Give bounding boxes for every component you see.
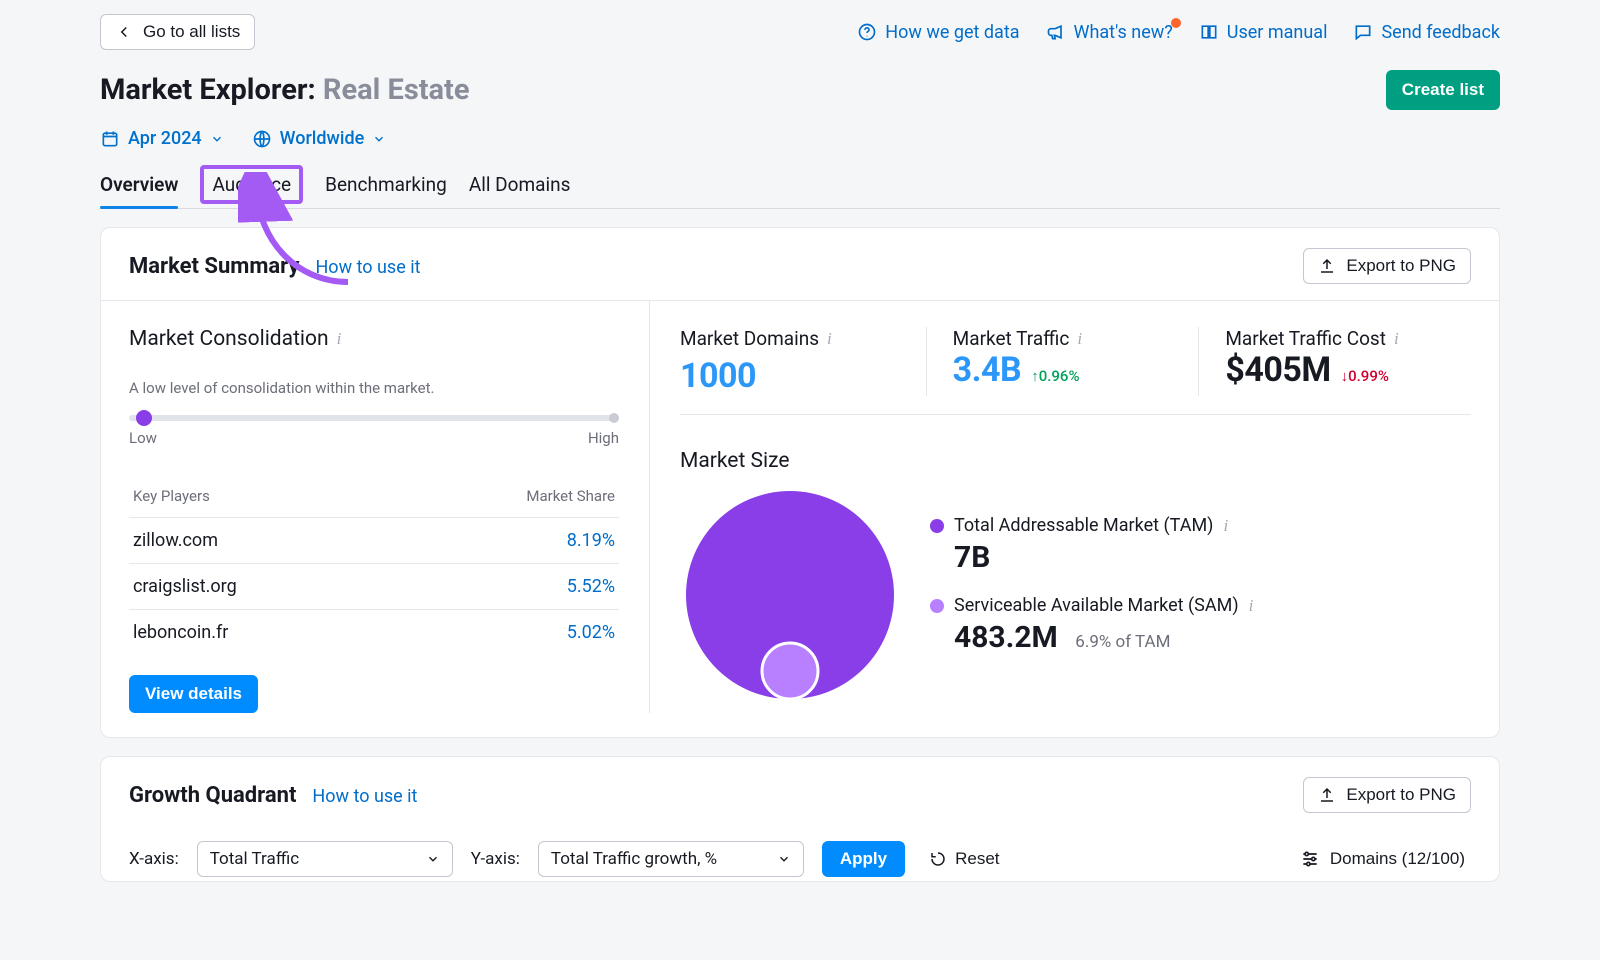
market-traffic-value: 3.4B (953, 350, 1022, 390)
table-row[interactable]: zillow.com8.19% (129, 517, 619, 563)
region-filter[interactable]: Worldwide (252, 128, 387, 149)
key-players-table: Key Players Market Share zillow.com8.19%… (129, 475, 619, 655)
market-domains-value: 1000 (680, 356, 900, 396)
calendar-icon (100, 129, 120, 149)
create-list-button[interactable]: Create list (1386, 70, 1500, 110)
growth-quadrant-panel: Growth Quadrant How to use it Export to … (100, 756, 1500, 882)
market-cost-value: $405M (1225, 350, 1330, 390)
table-row[interactable]: craigslist.org5.52% (129, 563, 619, 609)
market-size-chart (680, 485, 900, 705)
apply-button[interactable]: Apply (822, 841, 905, 877)
domains-filter-button[interactable]: Domains (12/100) (1294, 848, 1471, 870)
market-domains-label: Market Domains (680, 327, 819, 350)
refresh-icon (929, 850, 947, 868)
consolidation-slider: Low High (129, 415, 619, 447)
market-summary-panel: Market Summary How to use it Export to P… (100, 227, 1500, 738)
export-png-button[interactable]: Export to PNG (1303, 777, 1471, 813)
info-icon[interactable]: i (827, 329, 832, 349)
market-summary-title: Market Summary (129, 254, 300, 279)
tab-audience[interactable]: Audience (200, 165, 303, 204)
tam-dot-icon (930, 519, 944, 533)
y-axis-label: Y-axis: (471, 849, 520, 869)
globe-icon (252, 129, 272, 149)
back-label: Go to all lists (143, 22, 240, 42)
sam-value: 483.2M 6.9% of TAM (954, 620, 1471, 655)
info-icon[interactable]: i (1249, 596, 1254, 616)
growth-title: Growth Quadrant (129, 783, 296, 808)
cost-delta: ↓0.99% (1341, 367, 1389, 385)
market-traffic-label: Market Traffic (953, 327, 1070, 350)
back-to-lists-button[interactable]: Go to all lists (100, 14, 255, 50)
consolidation-title: Market Consolidation (129, 327, 329, 351)
notification-dot-icon (1171, 18, 1181, 28)
date-filter[interactable]: Apr 2024 (100, 128, 224, 149)
sam-label: Serviceable Available Market (SAM) (954, 595, 1239, 616)
tam-label: Total Addressable Market (TAM) (954, 515, 1213, 536)
reset-button[interactable]: Reset (923, 848, 1005, 870)
whats-new-link[interactable]: What's new? (1046, 22, 1173, 43)
x-axis-label: X-axis: (129, 849, 179, 869)
y-axis-select[interactable]: Total Traffic growth, % (538, 841, 804, 877)
arrow-left-icon (115, 23, 133, 41)
upload-icon (1318, 786, 1336, 804)
traffic-delta: ↑0.96% (1031, 367, 1079, 385)
page-title: Market Explorer: Real Estate (100, 73, 470, 107)
how-to-use-link[interactable]: How to use it (312, 786, 417, 807)
x-axis-select[interactable]: Total Traffic (197, 841, 453, 877)
upload-icon (1318, 257, 1336, 275)
info-icon[interactable]: i (337, 329, 342, 349)
megaphone-icon (1046, 22, 1066, 42)
how-to-use-link[interactable]: How to use it (315, 257, 420, 278)
book-icon (1199, 22, 1219, 42)
table-row[interactable]: leboncoin.fr5.02% (129, 609, 619, 655)
sliders-icon (1300, 849, 1320, 869)
consolidation-subtitle: A low level of consolidation within the … (129, 379, 619, 397)
info-icon[interactable]: i (1223, 516, 1228, 536)
tam-value: 7B (954, 540, 1471, 575)
market-cost-label: Market Traffic Cost (1225, 327, 1386, 350)
market-size-title: Market Size (680, 449, 1471, 473)
how-we-get-data-link[interactable]: How we get data (857, 22, 1019, 43)
help-circle-icon (857, 22, 877, 42)
chevron-down-icon (210, 132, 224, 146)
tab-benchmarking[interactable]: Benchmarking (325, 165, 447, 208)
view-details-button[interactable]: View details (129, 675, 258, 713)
user-manual-link[interactable]: User manual (1199, 22, 1328, 43)
send-feedback-link[interactable]: Send feedback (1353, 22, 1500, 43)
chevron-down-icon (426, 852, 440, 866)
chevron-down-icon (372, 132, 386, 146)
tab-all-domains[interactable]: All Domains (469, 165, 571, 208)
export-png-button[interactable]: Export to PNG (1303, 248, 1471, 284)
chevron-down-icon (777, 852, 791, 866)
tab-overview[interactable]: Overview (100, 165, 178, 208)
sam-dot-icon (930, 599, 944, 613)
info-icon[interactable]: i (1077, 329, 1082, 349)
info-icon[interactable]: i (1394, 329, 1399, 349)
chat-icon (1353, 22, 1373, 42)
